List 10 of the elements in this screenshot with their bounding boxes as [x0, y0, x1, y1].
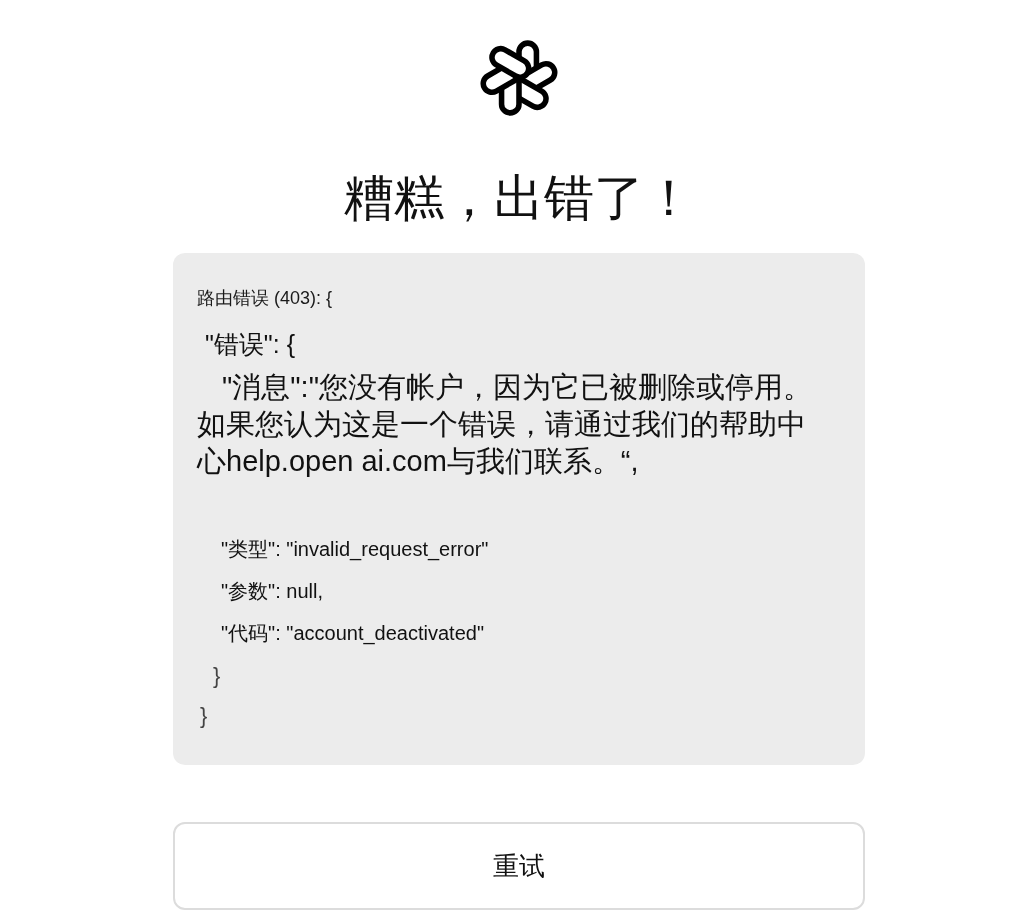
error-message: "消息":"您没有帐户，因为它已被删除或停用。如果您认为这是一个错误，请通过我们的帮助中心help.open ai.com与我们联系。“,: [197, 370, 813, 479]
error-heading: 路由错误 (403): {: [197, 287, 333, 310]
code-line: "参数": null,: [220, 579, 323, 604]
retry-button[interactable]: 重试: [173, 822, 865, 910]
error-title: 糟糕，出错了！: [344, 169, 694, 228]
code-line: "代码": "account_deactivated": [220, 621, 484, 647]
code-line: "类型": "invalid_request_error": [220, 537, 489, 563]
code-line: "错误": {: [204, 329, 295, 360]
brace-text: }: [212, 662, 221, 690]
brace-text: }: [199, 702, 208, 730]
